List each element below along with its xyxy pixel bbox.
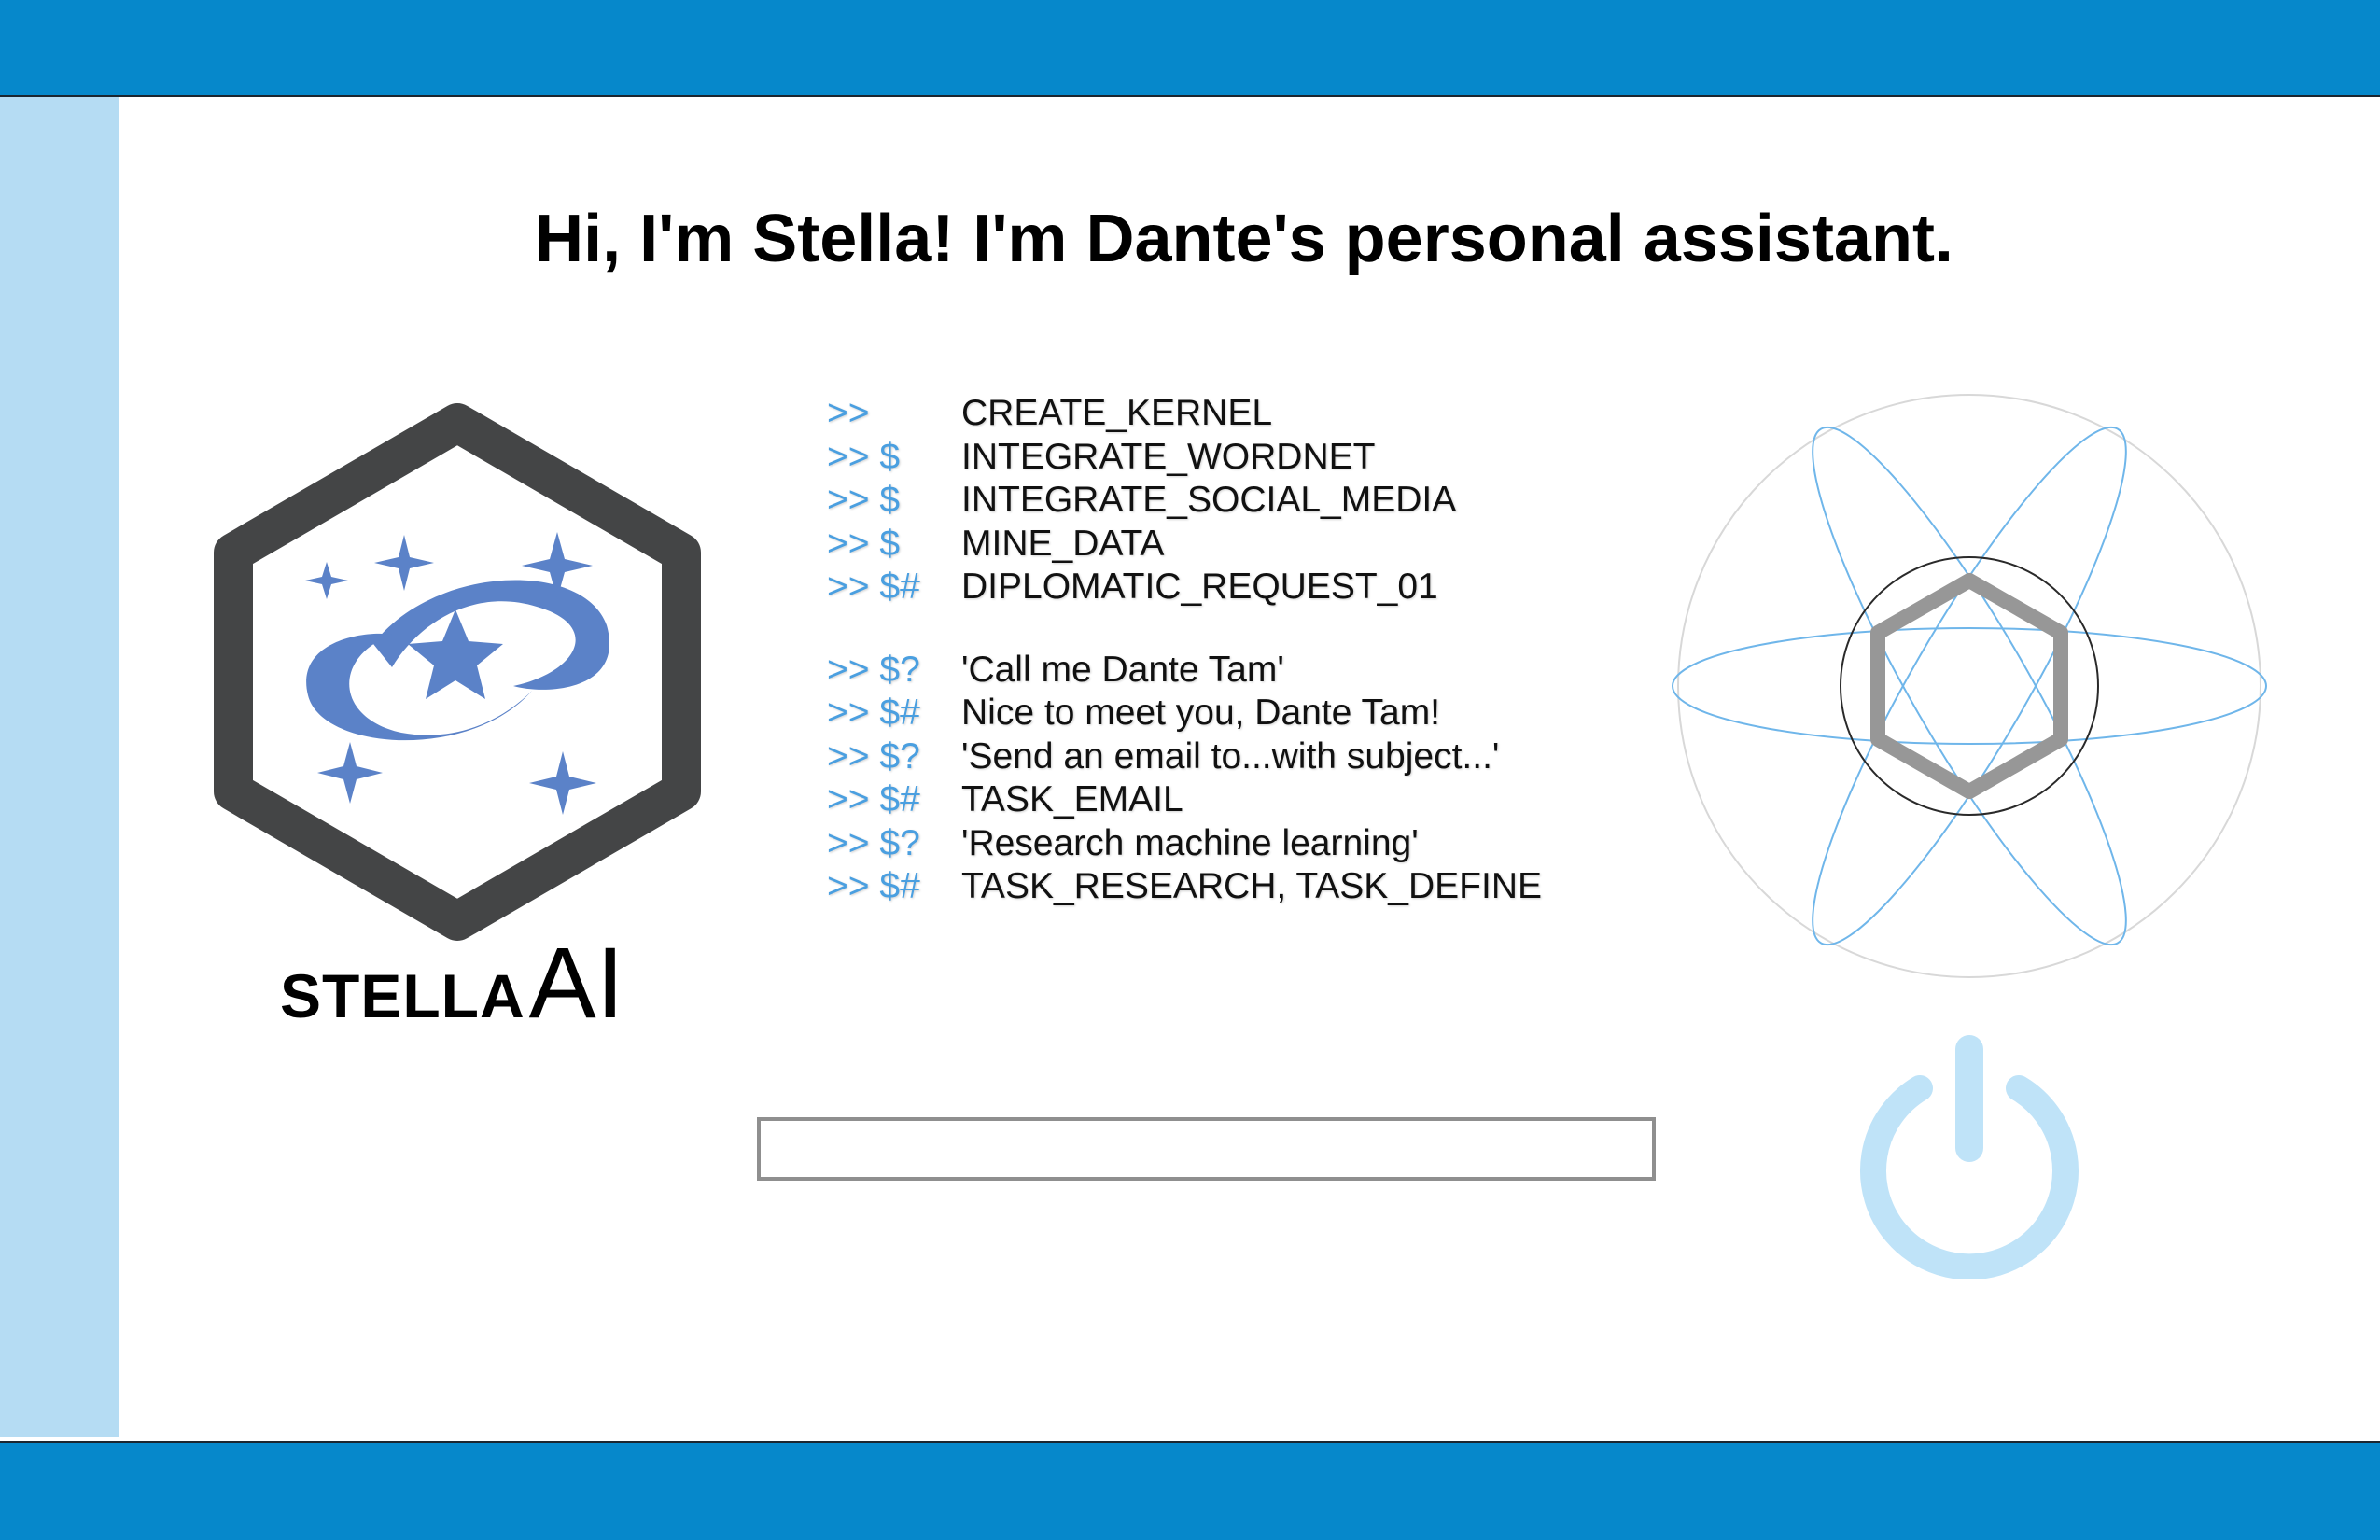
atom-orbit-icon	[1672, 394, 2267, 978]
log-row: >> $? 'Research machine learning'	[827, 822, 1667, 866]
log-message: 'Call me Dante Tam'	[961, 649, 1284, 690]
log-prompt: >> $?	[827, 822, 920, 863]
log-prompt: >> $#	[827, 567, 920, 608]
left-side-bar	[0, 97, 119, 1437]
log-prompt: >> $#	[827, 779, 920, 820]
log-row: >> $? 'Send an email to...with subject..…	[827, 735, 1667, 779]
stella-hexagon-logo-icon	[214, 403, 701, 941]
log-message: MINE_DATA	[961, 523, 1165, 564]
log-row: >> $# TASK_RESEARCH, TASK_DEFINE	[827, 865, 1667, 909]
power-icon[interactable]	[1853, 1027, 2086, 1279]
log-row: >> CREATE_KERNEL	[827, 392, 1667, 436]
log-prompt: >> $#	[827, 866, 920, 907]
log-prompt: >> $?	[827, 735, 920, 777]
bottom-footer-bar	[0, 1441, 2380, 1540]
log-message: 'Research machine learning'	[961, 822, 1419, 863]
brand-name-ai: AI	[528, 926, 624, 1039]
log-spacer	[827, 609, 1667, 649]
log-prompt: >> $#	[827, 693, 920, 734]
app-window: Hi, I'm Stella! I'm Dante's personal ass…	[0, 0, 2380, 1540]
log-message: 'Send an email to...with subject...'	[961, 735, 1500, 777]
brand-wordmark: STELLAAI	[280, 924, 624, 1039]
top-header-bar	[0, 0, 2380, 97]
command-input[interactable]	[757, 1117, 1656, 1181]
log-message: TASK_RESEARCH, TASK_DEFINE	[961, 866, 1543, 907]
log-row: >> $ MINE_DATA	[827, 523, 1667, 567]
log-message: Nice to meet you, Dante Tam!	[961, 693, 1441, 734]
log-prompt: >> $	[827, 436, 901, 477]
log-row: >> $# TASK_EMAIL	[827, 778, 1667, 822]
command-log: >> CREATE_KERNEL >> $ INTEGRATE_WORDNET …	[827, 392, 1667, 909]
log-message: CREATE_KERNEL	[961, 393, 1273, 434]
log-prompt: >> $	[827, 480, 901, 521]
log-row: >> $ INTEGRATE_SOCIAL_MEDIA	[827, 479, 1667, 523]
brand-name-stella: STELLA	[280, 961, 525, 1030]
log-prompt: >> $	[827, 523, 901, 564]
log-row: >> $? 'Call me Dante Tam'	[827, 649, 1667, 693]
greeting-heading: Hi, I'm Stella! I'm Dante's personal ass…	[535, 202, 1953, 276]
log-prompt: >>	[827, 393, 870, 434]
log-message: TASK_EMAIL	[961, 779, 1183, 820]
log-row: >> $ INTEGRATE_WORDNET	[827, 436, 1667, 480]
log-message: INTEGRATE_WORDNET	[961, 436, 1376, 477]
log-row: >> $# DIPLOMATIC_REQUEST_01	[827, 566, 1667, 609]
log-row: >> $# Nice to meet you, Dante Tam!	[827, 692, 1667, 735]
log-prompt: >> $?	[827, 649, 920, 690]
log-message: DIPLOMATIC_REQUEST_01	[961, 567, 1438, 608]
log-message: INTEGRATE_SOCIAL_MEDIA	[961, 480, 1457, 521]
